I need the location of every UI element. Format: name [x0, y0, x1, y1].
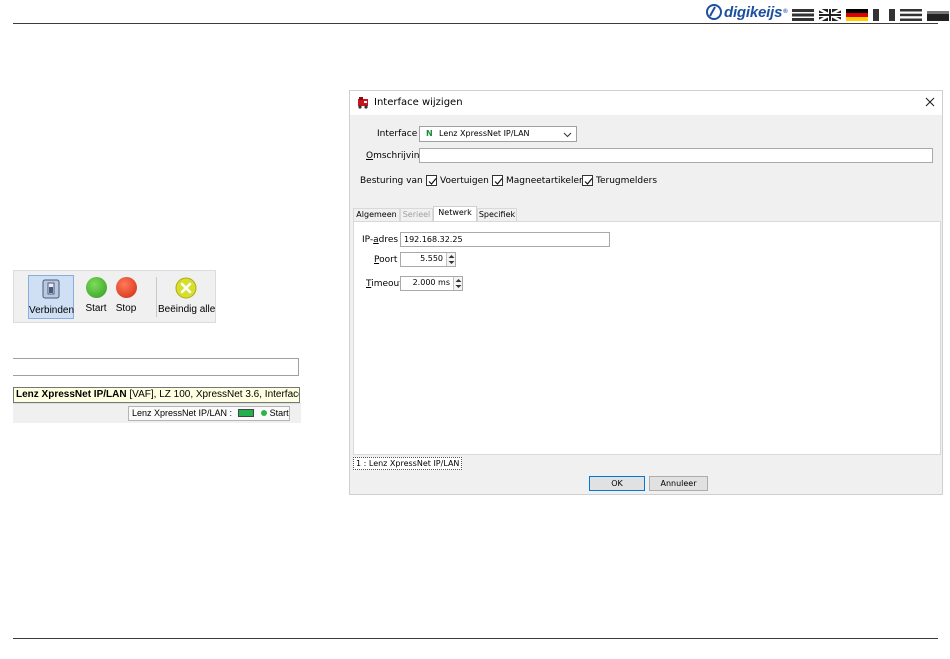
timeout-label: Timeout [366, 279, 403, 289]
it-flag-icon[interactable] [900, 6, 923, 21]
description-label: Omschrijving [366, 151, 426, 161]
vehicles-checkbox[interactable] [426, 175, 437, 186]
start-label: Start [85, 303, 107, 314]
fr-flag-icon[interactable] [873, 6, 896, 21]
control-label: Besturing van [360, 176, 423, 186]
red-circle-icon [115, 277, 137, 298]
vehicles-label: Voertuigen [440, 176, 489, 186]
brand-bar: digikeijs ® [706, 2, 950, 23]
connect-label: Verbinden [29, 305, 75, 316]
tooltip-details: [VAF], LZ 100, XpressNet 3.6, Interface … [129, 389, 300, 400]
description-input[interactable] [419, 148, 933, 163]
check-icon [428, 178, 437, 185]
tab-netwerk[interactable]: Netwerk [433, 206, 477, 222]
interface-status-label: Lenz XpressNet IP/LAN : [132, 408, 233, 418]
port-spinner[interactable]: 5.550 [400, 252, 456, 267]
timeout-spin-buttons[interactable] [453, 277, 462, 290]
chevron-down-icon [563, 132, 572, 138]
tab-serieel: Serieel [400, 208, 433, 221]
spin-down-icon [455, 285, 462, 288]
magnet-articles-label: Magneetartikelen [506, 176, 585, 186]
header-rule [13, 23, 938, 24]
magnet-articles-checkbox[interactable] [492, 175, 503, 186]
footer-rule [13, 638, 938, 639]
tab-specifiek[interactable]: Specifiek [477, 208, 517, 221]
interface-status-start: Start [269, 408, 289, 418]
switch-icon [42, 279, 60, 299]
interface-combobox[interactable]: N Lenz XpressNet IP/LAN [419, 126, 577, 142]
nl-flag-icon[interactable] [792, 6, 815, 21]
cancel-button[interactable]: Annuleer [649, 476, 708, 491]
interface-dialog: Interface wijzigen Interface N Lenz Xpre… [349, 90, 943, 495]
ip-address-label: IP-adres [362, 235, 399, 245]
status-bar: Lenz XpressNet IP/LAN : Start [13, 403, 301, 423]
spin-up-icon [455, 279, 462, 282]
end-all-button[interactable]: Beëindig alle [158, 275, 216, 319]
port-spin-buttons[interactable] [446, 253, 455, 266]
timeout-value: 2.000 ms [412, 278, 450, 287]
status-dot-icon [261, 410, 268, 416]
de-flag-icon[interactable] [846, 6, 869, 21]
green-circle-icon [85, 277, 107, 298]
interface-type-badge: N [426, 129, 433, 138]
spin-down-icon [448, 261, 455, 264]
ok-button[interactable]: OK [589, 476, 645, 491]
spin-up-icon [448, 255, 455, 258]
stop-label: Stop [115, 303, 137, 314]
cancel-circle-icon [175, 277, 197, 299]
interface-tooltip: Lenz XpressNet IP/LAN [VAF], LZ 100, Xpr… [13, 387, 300, 403]
brand-name: digikeijs [724, 3, 783, 21]
feedback-checkbox[interactable] [582, 175, 593, 186]
connect-button[interactable]: Verbinden [28, 275, 74, 319]
connection-led-icon [237, 409, 254, 417]
check-icon [584, 178, 593, 185]
feedback-label: Terugmelders [596, 176, 658, 186]
ip-address-input[interactable]: 192.168.32.25 [400, 232, 610, 247]
stop-button[interactable]: Stop [112, 275, 140, 319]
check-icon [494, 178, 503, 185]
interface-status-cell[interactable]: Lenz XpressNet IP/LAN : Start [128, 406, 290, 421]
network-tab-page: IP-adres 192.168.32.25 Poort 5.550 Timeo… [353, 221, 941, 455]
digikeijs-d-icon [706, 4, 722, 20]
status-input-field [13, 358, 299, 376]
brand-trademark: ® [783, 9, 788, 15]
ip-address-value: 192.168.32.25 [404, 235, 463, 244]
digikeijs-logo: digikeijs ® [706, 3, 788, 21]
toolbar-separator [156, 277, 157, 317]
port-value: 5.550 [420, 254, 443, 263]
locomotive-icon [358, 97, 368, 109]
interface-label: Interface [377, 129, 418, 139]
interface-combobox-value: Lenz XpressNet IP/LAN [439, 129, 530, 138]
interface-list-tab-label: 1 : Lenz XpressNet IP/LAN [356, 459, 460, 468]
gray-flag-icon[interactable] [927, 6, 950, 21]
end-all-label: Beëindig alle [158, 304, 216, 315]
port-label: Poort [374, 255, 398, 265]
timeout-spinner[interactable]: 2.000 ms [400, 276, 463, 291]
dialog-title: Interface wijzigen [374, 97, 463, 108]
start-button[interactable]: Start [82, 275, 110, 319]
dialog-titlebar: Interface wijzigen [350, 91, 942, 115]
tooltip-interface-name: Lenz XpressNet IP/LAN [16, 389, 127, 400]
close-icon[interactable] [923, 95, 937, 109]
tab-algemeen[interactable]: Algemeen [353, 208, 400, 221]
uk-flag-icon[interactable] [818, 6, 843, 23]
interface-list-tab[interactable]: 1 : Lenz XpressNet IP/LAN [353, 457, 462, 470]
toolbar-snippet: Verbinden Start Stop Beëindig alle [13, 270, 216, 323]
